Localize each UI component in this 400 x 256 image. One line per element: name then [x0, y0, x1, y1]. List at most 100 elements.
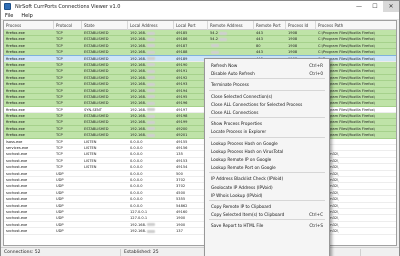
col-local-address-cell: 0.0.0.0	[128, 158, 174, 164]
col-process-cell: svchost.exe	[4, 203, 54, 209]
redacted-value	[211, 50, 219, 54]
col-process-header[interactable]: Process	[4, 21, 54, 30]
table-row[interactable]: svchost.exeUDP192.168.137\System32\	[4, 228, 396, 235]
col-state-cell	[82, 190, 128, 196]
col-protocol-value: UDP	[56, 209, 64, 214]
col-local-address-value: 192.168.	[130, 31, 147, 35]
col-state-value: ESTABLISHED	[84, 50, 109, 55]
col-protocol-value: TCP	[56, 133, 63, 138]
col-process-value: firefox.exe	[6, 94, 25, 99]
col-local-address-cell: 192.168.	[128, 30, 174, 36]
col-local-port-cell: 49153	[174, 158, 208, 164]
col-local-address-value: 192.168.	[130, 69, 147, 74]
col-process-cell: firefox.exe	[4, 100, 54, 106]
col-local-port-cell: 49156	[174, 145, 208, 151]
connections-table[interactable]: Process Protocol State Local Address Local P…	[3, 20, 397, 246]
col-local-port-value: 137	[176, 229, 183, 234]
col-state-cell: ESTABLISHED	[82, 81, 128, 87]
col-protocol-value: TCP	[56, 165, 63, 170]
col-remote-address-header[interactable]: Remote Address	[208, 21, 254, 30]
col-state-cell: ESTABLISHED	[82, 68, 128, 74]
col-state-cell: LISTEN	[82, 151, 128, 157]
col-process-cell: svchost.exe	[4, 177, 54, 183]
col-process-cell: firefox.exe	[4, 56, 54, 62]
menu-separator	[209, 200, 325, 201]
context-menu-item-lookup-remote-port-on-google[interactable]: Lookup Remote Port on Google	[205, 163, 329, 172]
col-local-port-value: 49194	[176, 88, 188, 93]
col-state-cell: ESTABLISHED	[82, 113, 128, 119]
context-menu-item-ip-whois-lookup-ipvoid[interactable]: IP Whois Lookup (IPVoid)	[205, 191, 329, 200]
col-process-cell: services.exe	[4, 145, 54, 151]
col-local-port-cell: 49201	[174, 132, 208, 138]
redacted-value	[211, 44, 219, 48]
col-protocol-cell: TCP	[54, 126, 82, 132]
col-process-cell: firefox.exe	[4, 36, 54, 42]
col-local-port-cell: 49155	[174, 139, 208, 145]
col-local-port-value: 54862	[176, 203, 188, 208]
status-connections: Connections: 52	[1, 248, 121, 256]
context-menu-item-save-report-to-html-file[interactable]: Save Report to HTML File Ctrl+S	[205, 221, 329, 230]
col-process-path-header[interactable]: Process Path	[316, 21, 396, 30]
col-protocol-value: UDP	[56, 197, 64, 202]
col-state-value: LISTEN	[84, 139, 97, 144]
menu-file[interactable]: File	[1, 13, 17, 19]
col-protocol-value: UDP	[56, 203, 64, 208]
col-state-value: ESTABLISHED	[84, 37, 109, 42]
col-local-port-cell: 49195	[174, 94, 208, 100]
col-process-cell: svchost.exe	[4, 151, 54, 157]
col-process-value: firefox.exe	[6, 37, 25, 42]
col-process-cell: svchost.exe	[4, 222, 54, 228]
col-local-address-cell: 127.0.0.1	[128, 209, 174, 215]
col-local-address-cell: 192.168.	[128, 62, 174, 68]
col-process-cell: firefox.exe	[4, 94, 54, 100]
col-process-value: svchost.exe	[6, 197, 28, 202]
col-local-address-cell: 192.168.	[128, 113, 174, 119]
col-local-address-cell: 0.0.0.0	[128, 190, 174, 196]
title-bar[interactable]: NirSoft CurrPorts Connections Viewer v1.…	[1, 1, 399, 12]
col-remote-port-header[interactable]: Remote Port	[254, 21, 286, 30]
menu-help[interactable]: Help	[17, 13, 36, 19]
col-local-address-value: 192.168.	[130, 229, 147, 234]
redacted-value	[147, 127, 156, 131]
context-menu-item-close-all-connections[interactable]: Close ALL Connections	[205, 108, 329, 117]
maximize-button[interactable]: ☐	[367, 1, 383, 12]
col-process-cell: firefox.exe	[4, 49, 54, 55]
context-menu-item-label: Terminate Process	[211, 82, 249, 88]
col-state-header[interactable]: State	[82, 21, 128, 30]
context-menu-item-disable-auto-refresh[interactable]: Disable Auto Refresh Ctrl+0	[205, 69, 329, 78]
col-local-port-value: 49200	[176, 126, 188, 131]
col-local-address-value: 192.168.	[130, 222, 147, 227]
col-protocol-header[interactable]: Protocol	[54, 21, 82, 30]
col-protocol-value: TCP	[56, 126, 63, 131]
col-state-cell	[82, 171, 128, 177]
col-local-port-cell: 49187	[174, 43, 208, 49]
close-button[interactable]: ✕	[383, 1, 399, 12]
col-process-value: svchost.exe	[6, 229, 28, 234]
col-local-address-value: 0.0.0.0	[130, 158, 143, 163]
minimize-button[interactable]: —	[351, 1, 367, 12]
col-local-port-value: 49185	[176, 31, 188, 35]
window-controls: — ☐ ✕	[351, 1, 399, 12]
col-local-port-value: 49186	[176, 37, 188, 42]
col-process-value: firefox.exe	[6, 133, 25, 138]
col-local-port-value: 49197	[176, 107, 188, 112]
col-local-port-header[interactable]: Local Port	[174, 21, 208, 30]
col-state-value: ESTABLISHED	[84, 88, 109, 93]
context-menu-item-label: Copy Remote IP to Clipboard	[211, 204, 272, 209]
col-local-port-value: 49154	[176, 165, 188, 170]
col-local-address-cell: 0.0.0.0	[128, 196, 174, 202]
col-state-cell	[82, 196, 128, 202]
context-menu-item-copy-selected-item-s-to-clipboard[interactable]: Copy Selected Item(s) to Clipboard Ctrl+C	[205, 210, 329, 219]
context-menu-item-locate-process-in-explorer[interactable]: Locate Process in Explorer	[205, 127, 329, 136]
col-local-address-header[interactable]: Local Address	[128, 21, 174, 30]
col-local-address-cell: 0.0.0.0	[128, 164, 174, 170]
context-menu-item-label: Close ALL Connections	[211, 110, 259, 115]
context-menu-item-terminate-process[interactable]: Terminate Process	[205, 80, 329, 89]
col-local-address-value: 127.0.0.1	[130, 216, 148, 221]
col-local-address-value: 0.0.0.0	[130, 203, 143, 208]
col-process-id-header[interactable]: Process Id	[286, 21, 316, 30]
col-remote-address-value: 54.2	[210, 31, 219, 35]
col-state-value: ESTABLISHED	[84, 56, 109, 61]
redacted-value	[147, 133, 156, 137]
col-local-port-cell: 49185	[174, 30, 208, 36]
